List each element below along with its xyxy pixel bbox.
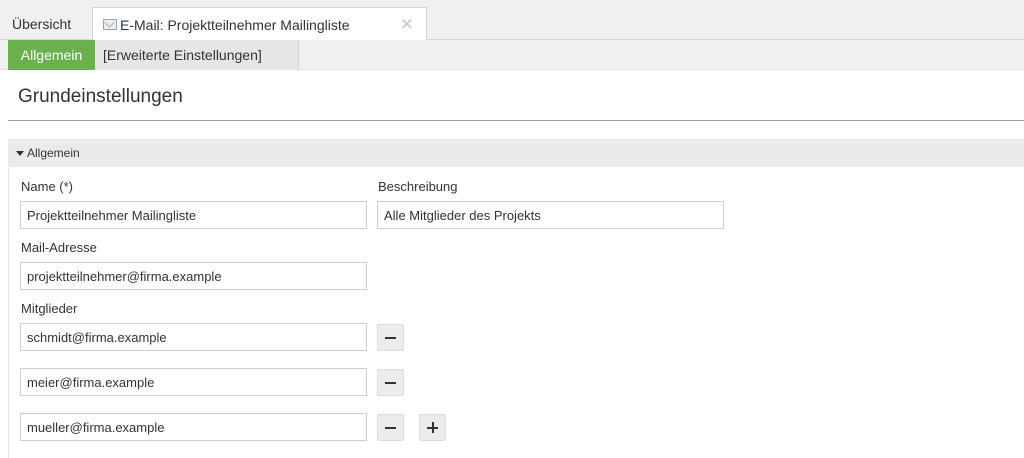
description-label: Beschreibung (378, 179, 458, 194)
tab-overview[interactable]: Übersicht (8, 7, 75, 40)
mail-address-label: Mail-Adresse (21, 240, 97, 255)
tab-bar: Übersicht E-Mail: Projektteilnehmer Mail… (0, 0, 1024, 41)
section-title: Allgemein (27, 146, 80, 160)
tab-overview-label: Übersicht (12, 15, 72, 32)
description-field[interactable] (377, 201, 724, 229)
tab-email[interactable]: E-Mail: Projektteilnehmer Mailingliste ✕ (92, 7, 427, 41)
mail-icon (103, 19, 117, 30)
subtab-advanced[interactable]: [Erweiterte Einstellungen] (95, 40, 299, 70)
subtab-general-label: Allgemein (20, 47, 83, 63)
members-label: Mitglieder (21, 301, 78, 316)
member-field-2[interactable] (20, 368, 367, 396)
mail-address-field[interactable] (20, 262, 367, 290)
member-field-3[interactable] (20, 413, 367, 441)
minus-icon (385, 426, 396, 429)
caret-down-icon (16, 150, 24, 156)
subtab-bar: Allgemein [Erweiterte Einstellungen] (0, 40, 1024, 70)
close-icon[interactable]: ✕ (400, 15, 414, 35)
subtab-general[interactable]: Allgemein (8, 40, 95, 70)
add-member-button[interactable] (419, 414, 446, 441)
title-divider (8, 120, 1024, 121)
page-title: Grundeinstellungen (18, 86, 183, 107)
name-label: Name (*) (21, 179, 74, 194)
tab-email-label: E-Mail: Projektteilnehmer Mailingliste (120, 16, 350, 33)
remove-member-button-2[interactable] (377, 369, 404, 396)
member-field-1[interactable] (20, 323, 367, 351)
remove-member-button-3[interactable] (377, 414, 404, 441)
minus-icon (385, 381, 396, 384)
plus-icon (427, 422, 438, 433)
remove-member-button-1[interactable] (377, 324, 404, 351)
minus-icon (385, 336, 396, 339)
subtab-advanced-label: [Erweiterte Einstellungen] (103, 47, 262, 63)
name-field[interactable] (20, 201, 367, 229)
section-header-general[interactable]: Allgemein (8, 139, 1024, 167)
